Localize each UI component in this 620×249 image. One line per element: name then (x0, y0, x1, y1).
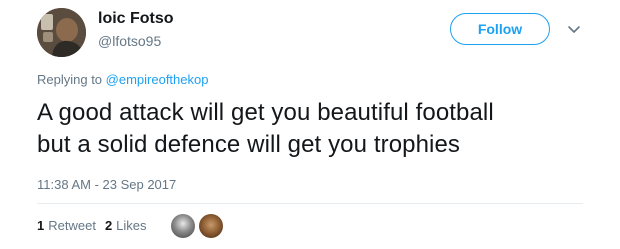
liker-avatar[interactable] (171, 214, 195, 238)
retweet-label: Retweet (48, 218, 96, 233)
follow-button[interactable]: Follow (450, 13, 550, 45)
user-name[interactable]: loic Fotso (98, 10, 174, 28)
retweet-count[interactable]: 1 Retweet (37, 218, 96, 233)
tweet-text: A good attack will get you beautiful foo… (37, 97, 597, 161)
replying-to-line: Replying to @empireofthekop (37, 72, 208, 87)
replying-to-link[interactable]: @empireofthekop (106, 72, 209, 87)
tweet-stats: 1 Retweet 2 Likes (37, 218, 156, 233)
divider (37, 203, 583, 204)
user-avatar[interactable] (37, 8, 86, 57)
like-count-value: 2 (104, 218, 113, 233)
like-label: Likes (116, 218, 147, 233)
tweet-card: loic Fotso @lfotso95 Follow Replying to … (0, 0, 620, 249)
user-handle[interactable]: @lfotso95 (98, 33, 161, 49)
tweet-timestamp[interactable]: 11:38 AM - 23 Sep 2017 (37, 177, 176, 192)
like-count[interactable]: 2 Likes (105, 218, 147, 233)
tweet-text-line: A good attack will get you beautiful foo… (37, 99, 494, 126)
tweet-text-line: but a solid defence will get you trophie… (37, 131, 461, 158)
replying-to-prefix: Replying to (37, 72, 106, 87)
retweet-count-value: 1 (37, 218, 45, 233)
liker-avatar[interactable] (199, 214, 223, 238)
liker-avatars (171, 214, 227, 238)
chevron-down-icon[interactable] (567, 22, 581, 36)
